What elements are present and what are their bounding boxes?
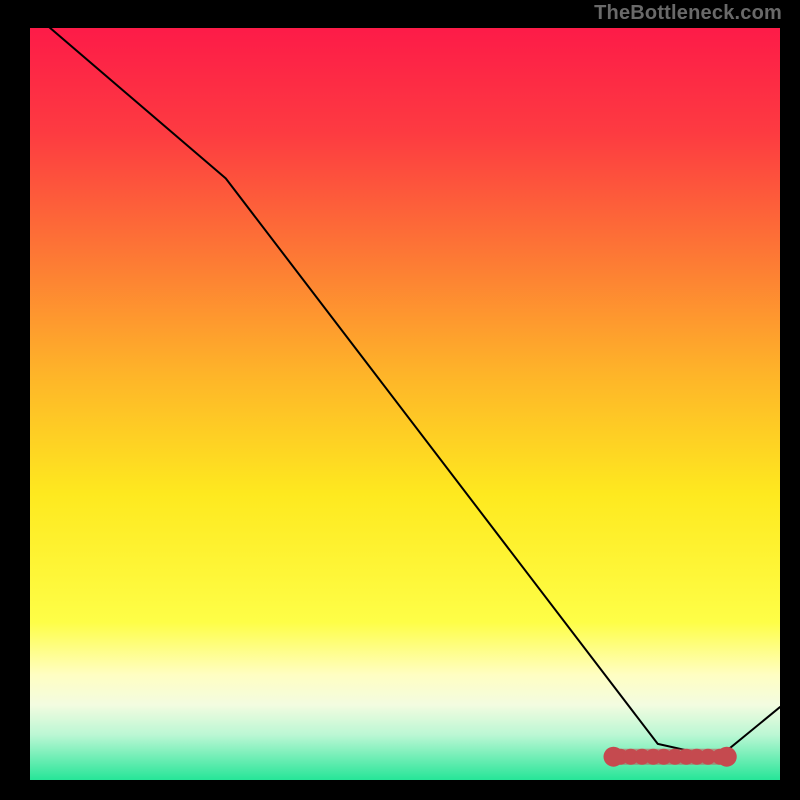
watermark-text: TheBottleneck.com: [594, 2, 782, 25]
gradient-background: [30, 28, 780, 780]
chart-svg: [0, 0, 800, 800]
marker-group: [604, 747, 737, 767]
chart-stage: { "watermark": "TheBottleneck.com", "plo…: [0, 0, 800, 800]
marker-cap: [717, 747, 737, 767]
marker-cap: [604, 747, 624, 767]
